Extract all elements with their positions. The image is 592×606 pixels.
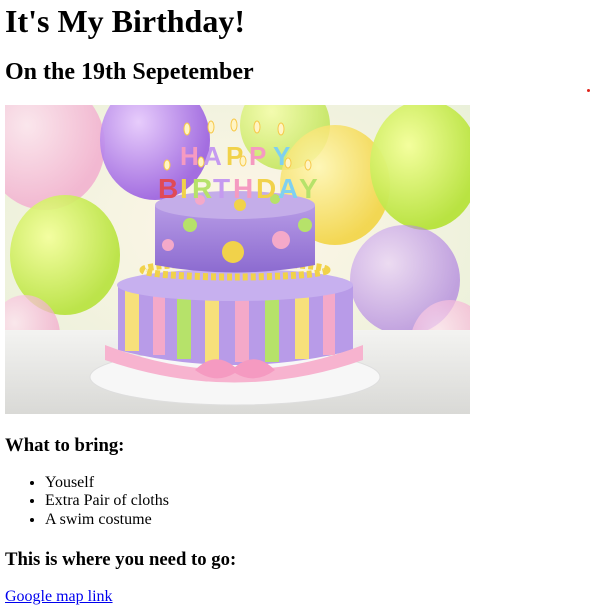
what-to-bring-heading: What to bring:: [5, 435, 125, 456]
page: It's My Birthday! On the 19th Sepetember: [0, 0, 592, 606]
list-item: Youself: [45, 474, 169, 492]
red-dot: [587, 89, 590, 92]
svg-text:T: T: [213, 173, 230, 204]
svg-text:H: H: [180, 141, 199, 171]
birthday-cake-image: H A P P Y B I R T H D A Y: [5, 105, 470, 414]
svg-text:P: P: [226, 141, 243, 171]
google-map-link[interactable]: Google map link: [5, 588, 113, 606]
svg-text:A: A: [278, 173, 298, 204]
page-title: It's My Birthday!: [5, 3, 245, 39]
svg-text:R: R: [192, 173, 212, 204]
svg-text:Y: Y: [299, 173, 318, 204]
svg-text:P: P: [249, 141, 266, 171]
svg-text:D: D: [256, 173, 276, 204]
list-item: A swim costume: [45, 511, 169, 529]
location-heading: This is where you need to go:: [5, 549, 237, 570]
list-item: Extra Pair of cloths: [45, 492, 169, 510]
svg-text:I: I: [180, 173, 188, 204]
page-subtitle: On the 19th Sepetember: [5, 59, 254, 85]
svg-text:H: H: [233, 173, 253, 204]
bring-list: Youself Extra Pair of cloths A swim cost…: [5, 474, 169, 529]
svg-text:B: B: [158, 173, 178, 204]
svg-text:A: A: [203, 141, 222, 171]
